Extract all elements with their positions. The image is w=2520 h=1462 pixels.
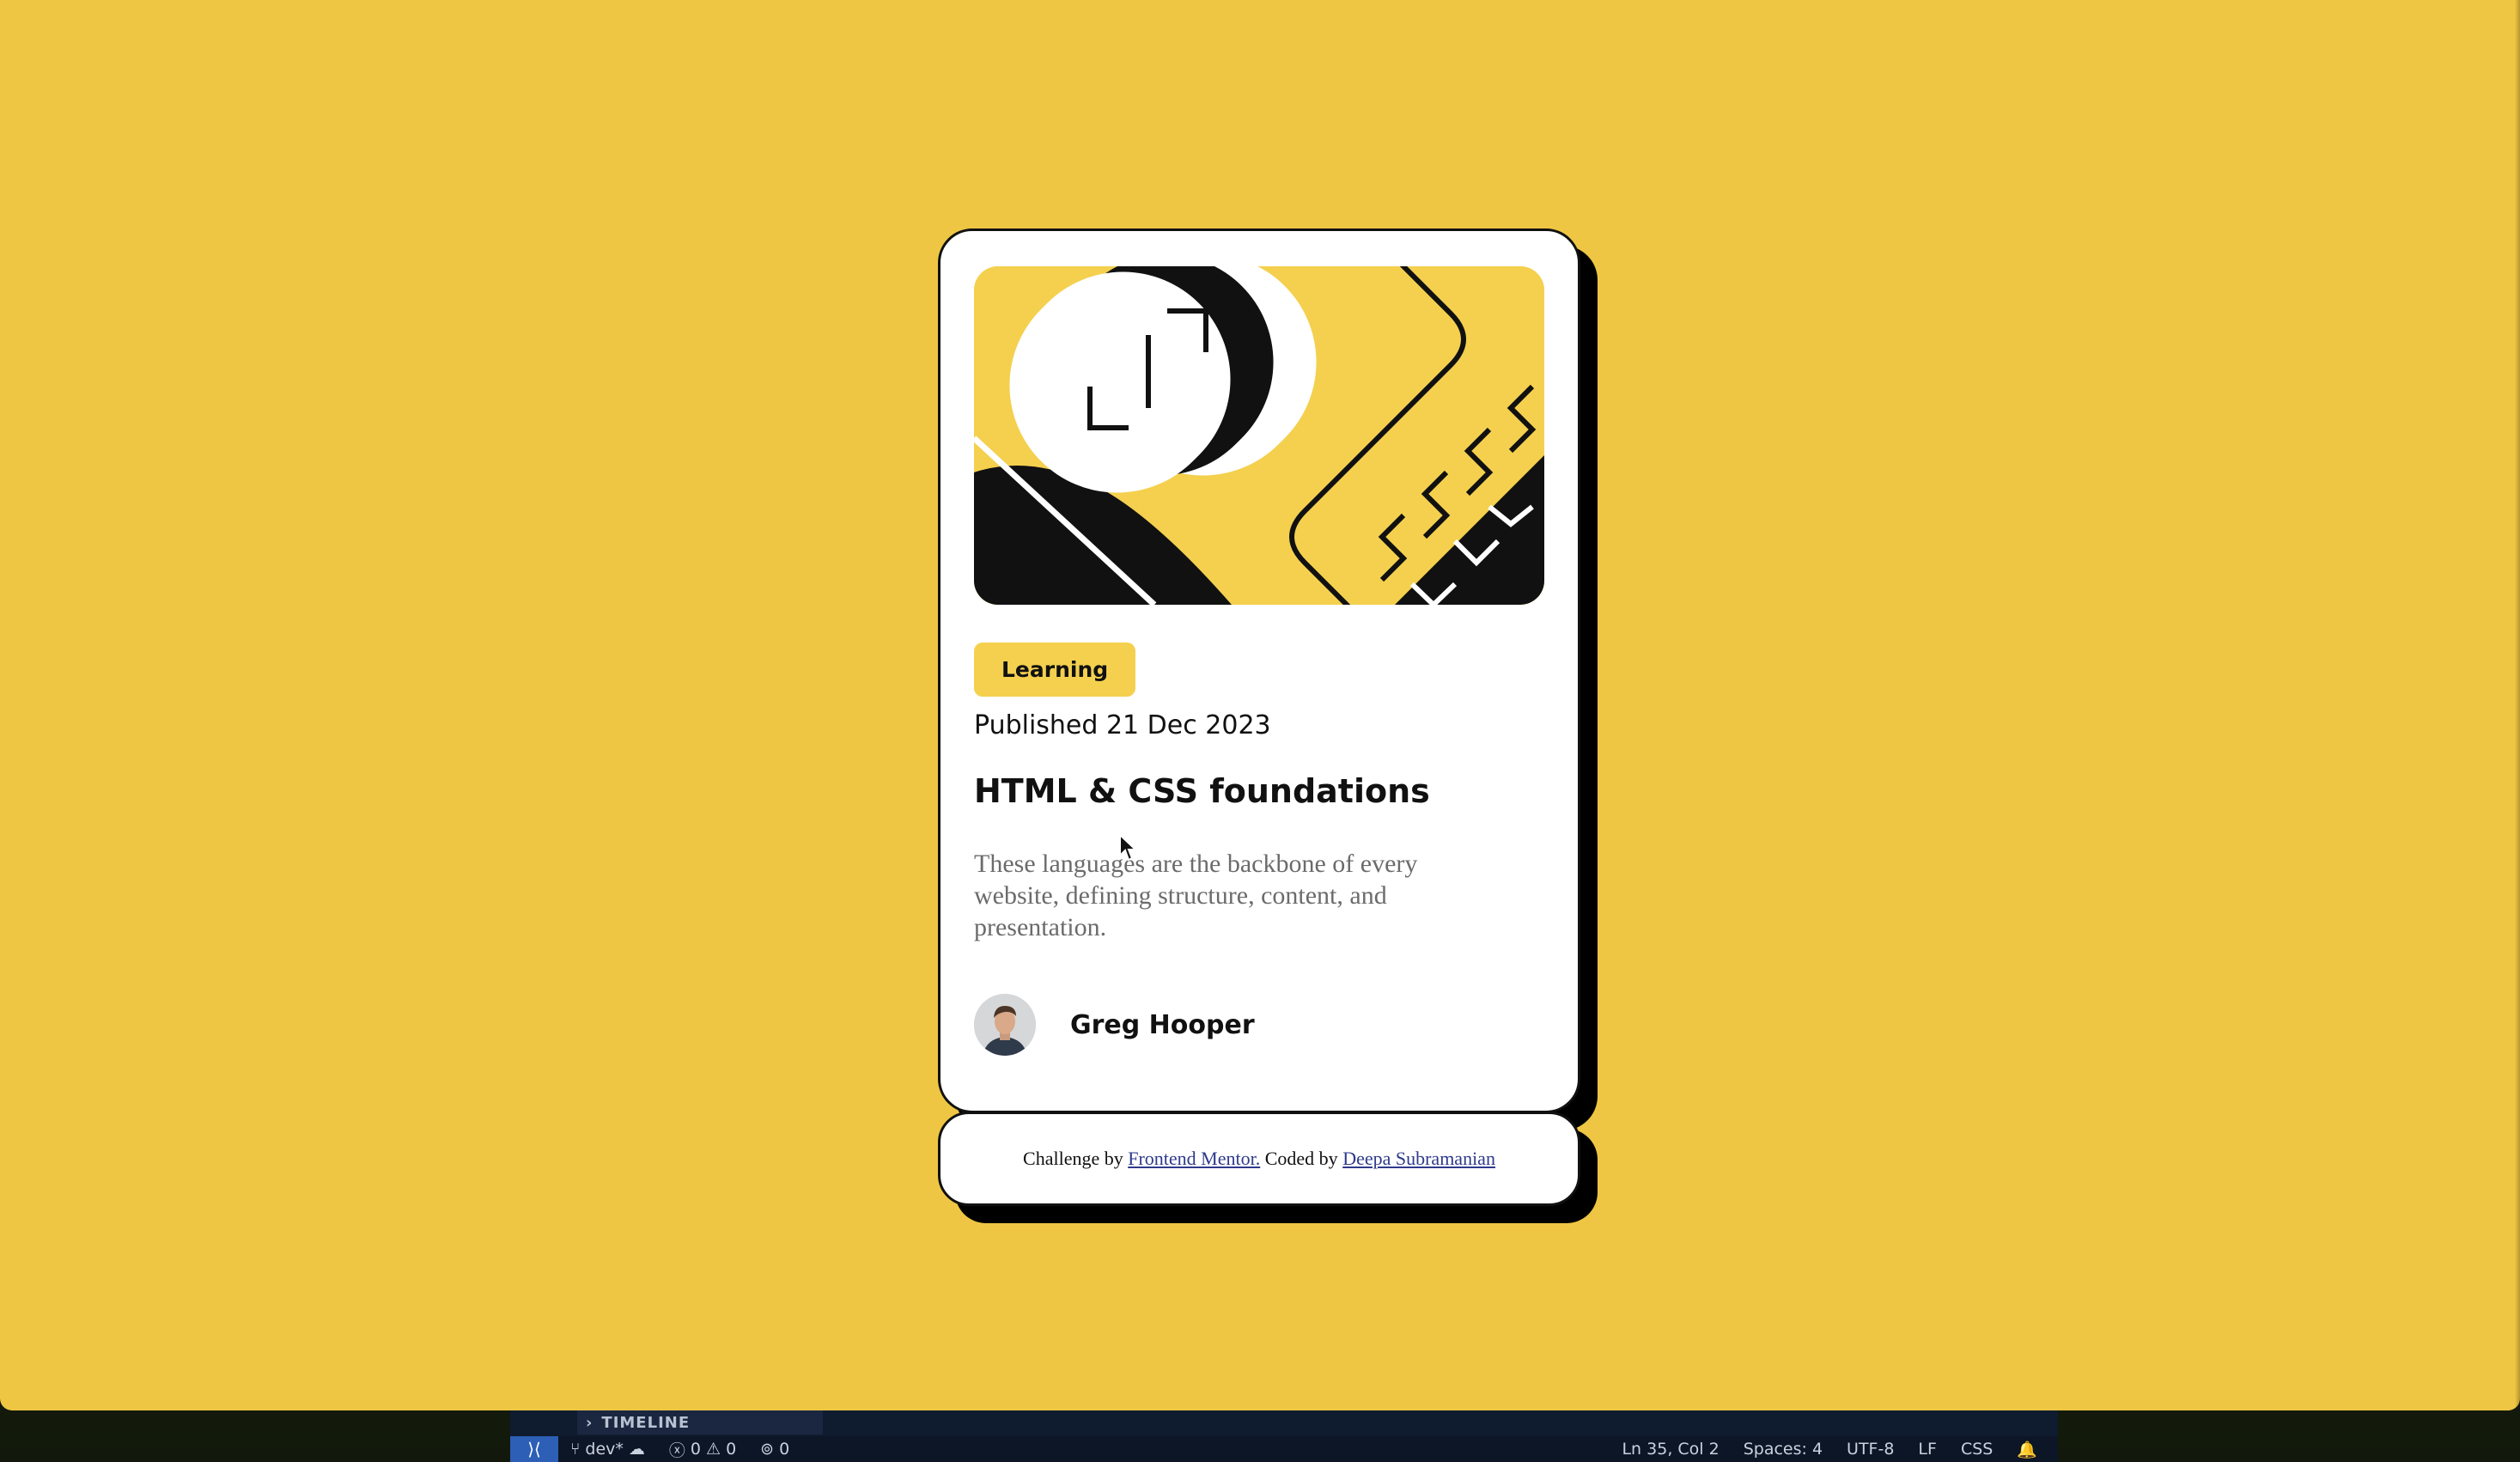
attribution-middle: Coded by	[1260, 1148, 1343, 1169]
blog-preview-card: Learning Published 21 Dec 2023 HTML & CS…	[938, 228, 1580, 1113]
branch-name: dev*	[585, 1440, 624, 1459]
ports-indicator[interactable]: ⊚ 0	[760, 1440, 789, 1459]
category-tag: Learning	[974, 643, 1136, 697]
mouse-cursor-icon	[1119, 833, 1137, 862]
branch-indicator[interactable]: ⑂ dev* ☁	[570, 1440, 645, 1459]
bell-icon[interactable]: 🔔	[2017, 1440, 2037, 1459]
ports-count: 0	[779, 1440, 790, 1459]
attribution-footer: Challenge by Frontend Mentor. Coded by D…	[938, 1112, 1580, 1206]
line-ending[interactable]: LF	[1918, 1440, 1937, 1459]
error-icon: ⓧ	[668, 1441, 685, 1460]
hero-illustration	[974, 266, 1544, 605]
browser-viewport: Learning Published 21 Dec 2023 HTML & CS…	[0, 0, 2520, 1410]
publish-date: Published 21 Dec 2023	[974, 710, 1271, 740]
problems-indicator[interactable]: ⓧ 0 ⚠ 0	[669, 1438, 736, 1461]
window-edge	[2515, 0, 2520, 1410]
author-link[interactable]: Deepa Subramanian	[1342, 1148, 1495, 1170]
card-description: These languages are the backbone of ever…	[974, 850, 1418, 941]
error-count: 0	[690, 1440, 702, 1459]
author-name: Greg Hooper	[1070, 1009, 1255, 1040]
status-bar: ⟩⟨ ⑂ dev* ☁ ⓧ 0 ⚠ 0 ⊚ 0 Ln 35, Col 2 Spa…	[510, 1436, 2058, 1462]
timeline-panel-header[interactable]: › TIMELINE	[577, 1410, 823, 1435]
indentation[interactable]: Spaces: 4	[1744, 1440, 1823, 1459]
sync-icon: ☁	[628, 1440, 645, 1459]
warning-count: 0	[726, 1440, 737, 1459]
avatar	[974, 994, 1036, 1056]
warning-icon: ⚠	[706, 1440, 721, 1459]
attribution-prefix: Challenge by	[1023, 1148, 1129, 1169]
broadcast-icon: ⊚	[760, 1440, 775, 1459]
cursor-position[interactable]: Ln 35, Col 2	[1622, 1440, 1719, 1459]
author: Greg Hooper	[974, 994, 1255, 1056]
encoding[interactable]: UTF-8	[1847, 1440, 1894, 1459]
remote-indicator-icon[interactable]: ⟩⟨	[510, 1436, 558, 1462]
chevron-right-icon: ›	[586, 1413, 593, 1432]
timeline-label: TIMELINE	[601, 1413, 691, 1432]
card-title[interactable]: HTML & CSS foundations	[974, 772, 1430, 810]
language-mode[interactable]: CSS	[1961, 1440, 1993, 1459]
git-branch-icon: ⑂	[570, 1440, 581, 1459]
frontend-mentor-link[interactable]: Frontend Mentor.	[1128, 1148, 1260, 1170]
